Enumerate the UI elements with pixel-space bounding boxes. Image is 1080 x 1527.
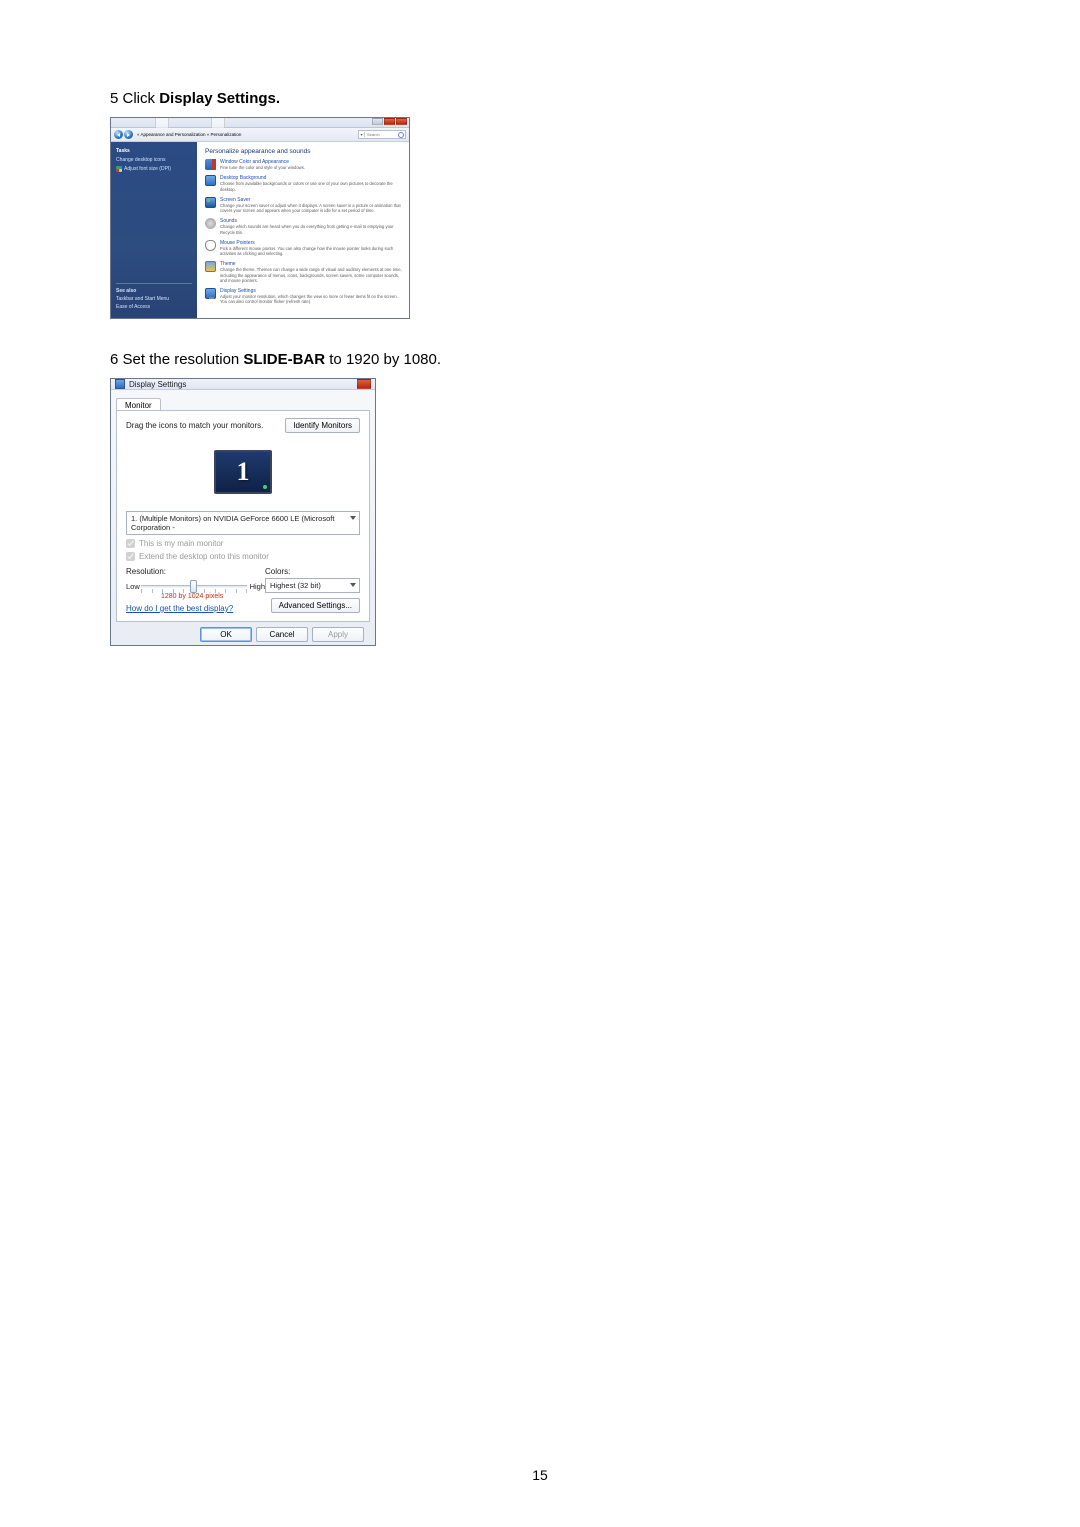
step6-bold: SLIDE-BAR (243, 351, 325, 368)
item-desc: Fine tune the color and style of your wi… (220, 165, 305, 170)
breadcrumb[interactable]: « Appearance and Personalization » Perso… (137, 132, 241, 137)
sidebar-see-also-heading: See also (116, 288, 192, 294)
colors-select[interactable]: Highest (32 bit) (265, 578, 360, 593)
item-mouse-pointers[interactable]: Mouse Pointers Pick a different mouse po… (205, 240, 403, 257)
display-settings-dialog: Display Settings Monitor Drag the icons … (110, 378, 376, 646)
screensaver-icon (205, 197, 216, 208)
step-5-instruction: 5 Click Display Settings. (110, 90, 970, 107)
sidebar-item-taskbar[interactable]: Taskbar and Start Menu (116, 296, 192, 302)
maximize-icon[interactable] (384, 118, 395, 125)
checkbox-icon (126, 539, 135, 548)
search-placeholder: Search (365, 132, 380, 137)
dialog-titlebar: Display Settings (111, 379, 375, 390)
tab-page: Drag the icons to match your monitors. I… (116, 410, 370, 622)
item-window-color[interactable]: Window Color and Appearance Fine tune th… (205, 159, 403, 170)
item-theme[interactable]: Theme Change the theme. Themes can chang… (205, 261, 403, 283)
extend-desktop-checkbox: Extend the desktop onto this monitor (126, 552, 360, 561)
search-input[interactable]: ▾ Search (358, 130, 406, 139)
resolution-label: Resolution: (126, 567, 265, 576)
item-desc: Change which sounds are heard when you d… (220, 224, 403, 235)
item-desc: Adjust your monitor resolution, which ch… (220, 294, 403, 305)
dialog-buttons: OK Cancel Apply (116, 622, 370, 647)
step6-prefix: 6 Set the resolution (110, 351, 243, 368)
checkbox-icon (126, 552, 135, 561)
forward-icon[interactable] (124, 130, 133, 139)
item-desc: Pick a different mouse pointer. You can … (220, 246, 403, 257)
item-display-settings[interactable]: Display Settings Adjust your monitor res… (205, 288, 403, 305)
page-number: 15 (0, 1467, 1080, 1483)
resolution-value: 1280 by 1024 pixels (161, 593, 223, 600)
mouse-icon (205, 240, 216, 251)
step5-bold: Display Settings. (159, 90, 280, 107)
identify-monitors-button[interactable]: Identify Monitors (285, 418, 360, 433)
monitor-icon (115, 379, 125, 389)
monitor-number: 1 (237, 457, 250, 487)
item-desc: Choose from available backgrounds or col… (220, 181, 403, 192)
back-icon[interactable] (114, 130, 123, 139)
minimize-icon[interactable] (372, 118, 383, 125)
slider-high-label: High (250, 582, 265, 591)
window-titlebar (111, 118, 409, 128)
cancel-button[interactable]: Cancel (256, 627, 308, 642)
color-icon (205, 159, 216, 170)
step-6-instruction: 6 Set the resolution SLIDE-BAR to 1920 b… (110, 351, 970, 368)
close-icon[interactable] (396, 118, 407, 125)
help-link[interactable]: How do I get the best display? (126, 604, 233, 613)
step6-suffix: to 1920 by 1080. (325, 351, 441, 368)
sidebar: Tasks Change desktop icons Adjust font s… (111, 142, 197, 318)
monitor-icon (205, 288, 216, 299)
titlebar-tab (211, 118, 225, 128)
shield-icon (116, 166, 122, 172)
item-desc: Change your screen saver or adjust when … (220, 203, 403, 214)
apply-button: Apply (312, 627, 364, 642)
personalization-window: « Appearance and Personalization » Perso… (110, 117, 410, 319)
address-bar: « Appearance and Personalization » Perso… (111, 128, 409, 142)
theme-icon (205, 261, 216, 272)
sidebar-heading: Tasks (116, 148, 192, 154)
item-desc: Change the theme. Themes can change a wi… (220, 267, 403, 283)
item-sounds[interactable]: Sounds Change which sounds are heard whe… (205, 218, 403, 235)
colors-label: Colors: (265, 567, 360, 576)
item-desktop-background[interactable]: Desktop Background Choose from available… (205, 175, 403, 192)
ok-button[interactable]: OK (200, 627, 252, 642)
slider-low-label: Low (126, 582, 140, 591)
item-screen-saver[interactable]: Screen Saver Change your screen saver or… (205, 197, 403, 214)
main-monitor-checkbox: This is my main monitor (126, 539, 360, 548)
tab-monitor[interactable]: Monitor (116, 398, 161, 410)
monitor-thumbnail[interactable]: 1 (214, 450, 272, 494)
sidebar-item-ease-access[interactable]: Ease of Access (116, 304, 192, 310)
titlebar-tab (155, 118, 169, 128)
desktop-icon (205, 175, 216, 186)
slider-thumb-icon[interactable] (190, 580, 197, 593)
window-controls (371, 118, 407, 125)
page-title: Personalize appearance and sounds (205, 148, 403, 155)
sidebar-item-font-size[interactable]: Adjust font size (DPI) (116, 166, 192, 172)
sidebar-item-desktop-icons[interactable]: Change desktop icons (116, 157, 192, 163)
sound-icon (205, 218, 216, 229)
monitor-arrange-area[interactable]: 1 (126, 439, 360, 505)
monitor-select[interactable]: 1. (Multiple Monitors) on NVIDIA GeForce… (126, 511, 360, 535)
search-icon[interactable] (398, 132, 404, 138)
dialog-title: Display Settings (129, 380, 186, 389)
tab-strip: Monitor (116, 394, 370, 410)
step5-prefix: 5 Click (110, 90, 159, 107)
advanced-settings-button[interactable]: Advanced Settings... (271, 598, 360, 613)
close-icon[interactable] (357, 379, 371, 389)
drag-instruction: Drag the icons to match your monitors. (126, 421, 263, 430)
main-panel: Personalize appearance and sounds Window… (197, 142, 409, 318)
